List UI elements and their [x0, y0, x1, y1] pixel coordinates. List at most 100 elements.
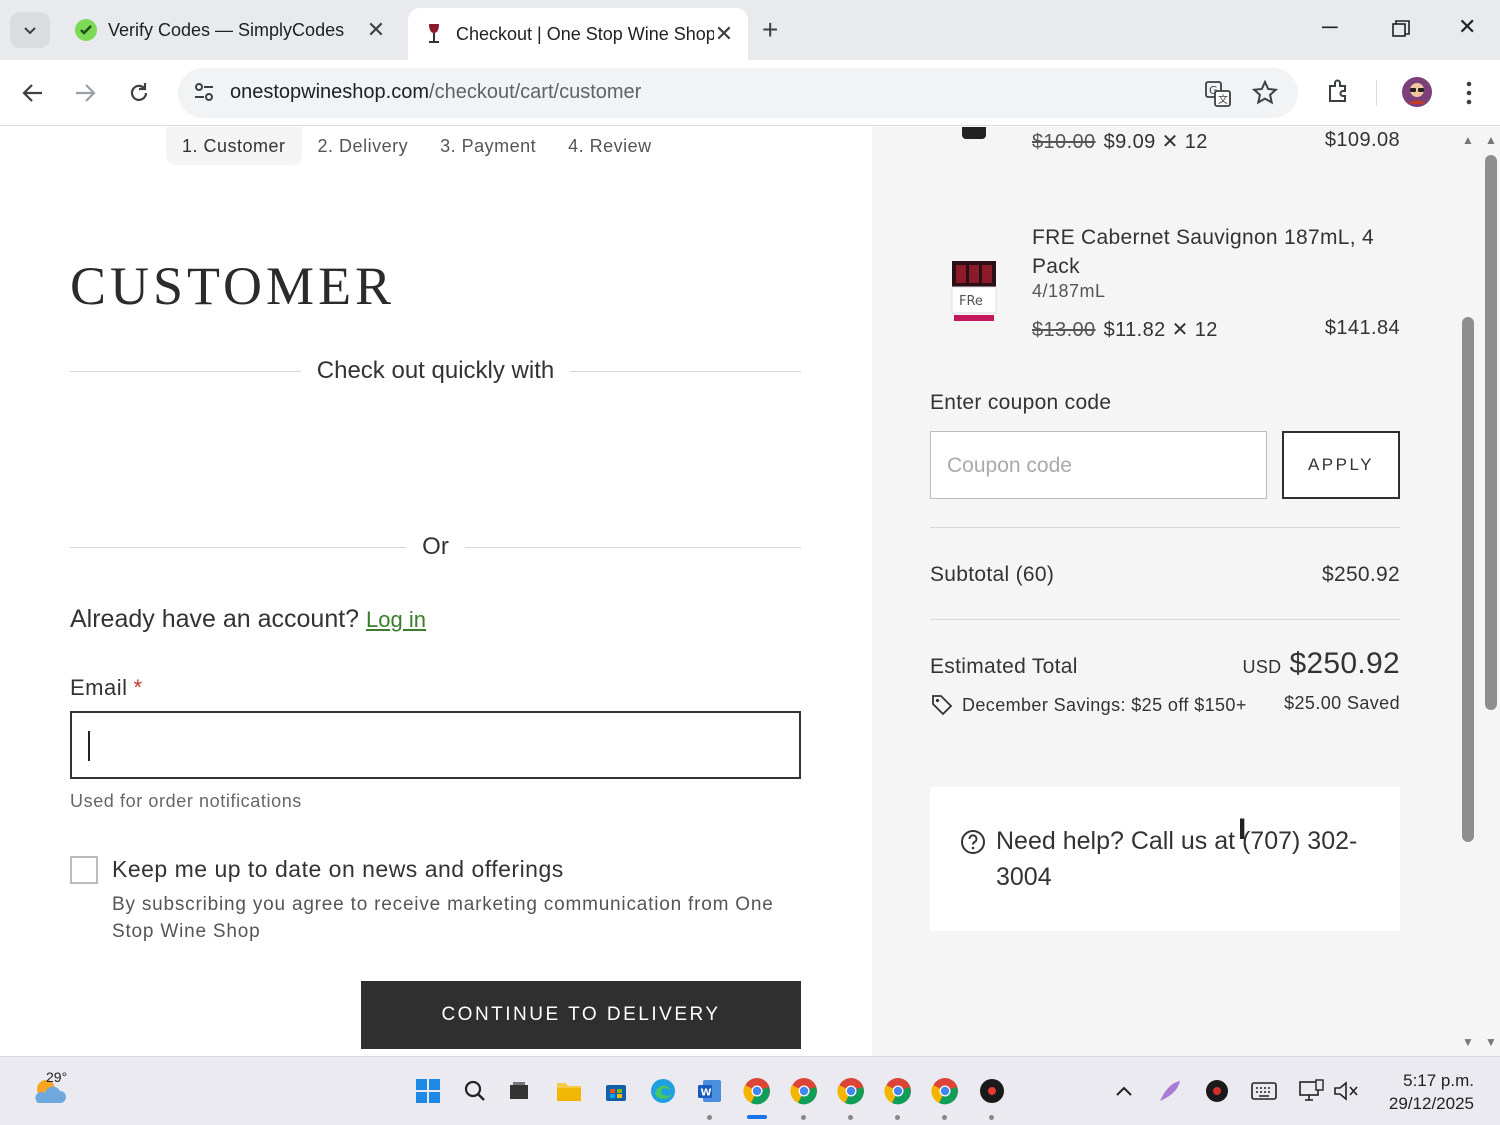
- restore-icon[interactable]: [1392, 20, 1410, 38]
- back-arrow-icon[interactable]: [22, 82, 44, 104]
- or-text: Or: [422, 533, 449, 560]
- show-hidden-icons-button[interactable]: [1108, 1075, 1140, 1107]
- step-customer[interactable]: 1. Customer: [166, 127, 302, 165]
- url-text: onestopwineshop.com/checkout/cart/custom…: [230, 81, 642, 103]
- chevron-up-icon: [1116, 1086, 1132, 1096]
- task-view-button[interactable]: [503, 1075, 535, 1107]
- newsletter-disclaimer: By subscribing you agree to receive mark…: [112, 894, 774, 942]
- new-tab-button[interactable]: +: [762, 14, 778, 46]
- estimated-total-amount: USD $250.92: [1242, 647, 1400, 680]
- chrome-icon: [931, 1078, 958, 1105]
- search-icon: [464, 1080, 485, 1101]
- app-button[interactable]: [976, 1075, 1008, 1107]
- word-button[interactable]: W: [694, 1075, 726, 1107]
- product-image-partial: [962, 127, 986, 139]
- promo-row: December Savings: $25 off $150+ $25.00 S…: [930, 693, 1400, 717]
- chevron-down-icon: [24, 27, 36, 35]
- dark-app-icon: [980, 1079, 1004, 1103]
- chrome-window-button[interactable]: [882, 1075, 914, 1107]
- tab-simplycodes[interactable]: Verify Codes — SimplyCodes ✕: [60, 8, 400, 52]
- extensions-puzzle-icon[interactable]: [1326, 78, 1352, 104]
- summary-divider: [930, 527, 1400, 528]
- coupon-input[interactable]: Coupon code: [930, 431, 1267, 499]
- coupon-placeholder: Coupon code: [947, 454, 1072, 477]
- close-window-icon[interactable]: ✕: [1458, 14, 1476, 40]
- minimize-icon[interactable]: ─: [1322, 14, 1338, 40]
- scroll-down-icon[interactable]: ▼: [1462, 1035, 1474, 1049]
- newsletter-checkbox[interactable]: [70, 856, 98, 884]
- question-circle-icon: [961, 830, 985, 854]
- chrome-window-button[interactable]: [835, 1075, 867, 1107]
- network-monitor-icon: [1299, 1079, 1324, 1101]
- product-image: FRe: [951, 261, 997, 321]
- coupon-label: Enter coupon code: [930, 391, 1112, 414]
- address-bar[interactable]: onestopwineshop.com/checkout/cart/custom…: [178, 68, 1298, 118]
- scrollbar-thumb[interactable]: [1485, 155, 1497, 710]
- chrome-icon: [837, 1078, 864, 1105]
- step-delivery[interactable]: 2. Delivery: [302, 127, 425, 165]
- apply-coupon-button[interactable]: APPLY: [1282, 431, 1400, 499]
- svg-text:W: W: [701, 1088, 712, 1099]
- site-settings-icon[interactable]: [192, 80, 216, 104]
- tag-icon: [932, 695, 953, 716]
- text-caret: [88, 731, 90, 761]
- required-marker: *: [133, 675, 143, 700]
- scroll-up-icon[interactable]: ▲: [1462, 133, 1474, 147]
- forward-arrow-icon[interactable]: [74, 82, 96, 104]
- newsletter-label[interactable]: Keep me up to date on news and offerings: [112, 856, 564, 883]
- item-price-row: $10.00 $9.09 ✕ 12 $109.08: [1032, 129, 1400, 154]
- windows-logo-icon: [416, 1079, 440, 1103]
- file-explorer-button[interactable]: [553, 1075, 585, 1107]
- item-unit-price: $13.00 $11.82 ✕ 12: [1032, 319, 1218, 341]
- step-review[interactable]: 4. Review: [552, 127, 668, 165]
- tab-checkout[interactable]: Checkout | One Stop Wine Shop ✕: [408, 8, 748, 60]
- taskbar-search[interactable]: [459, 1075, 491, 1107]
- start-button[interactable]: [412, 1075, 444, 1107]
- scrollbar-thumb[interactable]: [1462, 317, 1474, 842]
- tray-pen-button[interactable]: [1154, 1075, 1186, 1107]
- keyboard-icon: [1251, 1082, 1277, 1100]
- toolbar-separator: [1376, 80, 1377, 106]
- more-menu-icon[interactable]: [1464, 80, 1474, 106]
- scroll-up-icon[interactable]: ▲: [1485, 133, 1497, 147]
- active-app-indicator: [747, 1115, 767, 1119]
- scroll-down-icon[interactable]: ▼: [1485, 1035, 1497, 1049]
- page-viewport: 1. Customer 2. Delivery 3. Payment 4. Re…: [0, 127, 1500, 1056]
- order-summary-panel: $10.00 $9.09 ✕ 12 $109.08 FRe FRE Caberne…: [872, 127, 1472, 1056]
- help-text[interactable]: Need help? Call us at (707) 302-3004: [996, 823, 1376, 895]
- page-title: CUSTOMER: [70, 256, 396, 316]
- tray-app-icon: [1206, 1080, 1228, 1102]
- svg-text:FRe: FRe: [959, 294, 983, 309]
- step-payment[interactable]: 3. Payment: [424, 127, 552, 165]
- close-tab-icon[interactable]: ✕: [714, 21, 734, 47]
- item-line-total: $109.08: [1324, 129, 1400, 151]
- chrome-window-button[interactable]: [929, 1075, 961, 1107]
- tab-search-button[interactable]: [10, 12, 50, 48]
- chrome-icon: [743, 1078, 770, 1105]
- quick-checkout-text: Check out quickly with: [316, 357, 555, 384]
- chrome-window-button[interactable]: [741, 1075, 773, 1107]
- page-scrollbar[interactable]: ▲ ▼ ▲ ▼: [1456, 127, 1500, 1056]
- touch-keyboard-button[interactable]: [1248, 1075, 1280, 1107]
- volume-button[interactable]: [1330, 1075, 1362, 1107]
- estimated-total-label: Estimated Total: [930, 655, 1078, 678]
- close-tab-icon[interactable]: ✕: [366, 17, 386, 43]
- bookmark-star-icon[interactable]: [1252, 80, 1278, 106]
- reload-icon[interactable]: [127, 81, 151, 105]
- have-account-text: Already have an account?: [70, 605, 360, 633]
- translate-icon[interactable]: G文: [1204, 80, 1232, 108]
- login-link[interactable]: Log in: [366, 607, 426, 632]
- store-button[interactable]: [600, 1075, 632, 1107]
- edge-button[interactable]: [647, 1075, 679, 1107]
- system-clock[interactable]: 5:17 p.m. 29/12/2025: [1378, 1069, 1474, 1115]
- tray-app-button[interactable]: [1201, 1075, 1233, 1107]
- network-button[interactable]: [1295, 1075, 1327, 1107]
- profile-avatar[interactable]: [1401, 76, 1433, 108]
- email-label: Email *: [70, 675, 143, 700]
- clock-date: 29/12/2025: [1388, 1094, 1474, 1113]
- weather-widget[interactable]: 29°: [30, 1069, 70, 1114]
- email-field[interactable]: [70, 711, 801, 779]
- continue-to-delivery-button[interactable]: CONTINUE TO DELIVERY: [361, 981, 801, 1049]
- running-indicator: [707, 1115, 712, 1120]
- chrome-window-button[interactable]: [788, 1075, 820, 1107]
